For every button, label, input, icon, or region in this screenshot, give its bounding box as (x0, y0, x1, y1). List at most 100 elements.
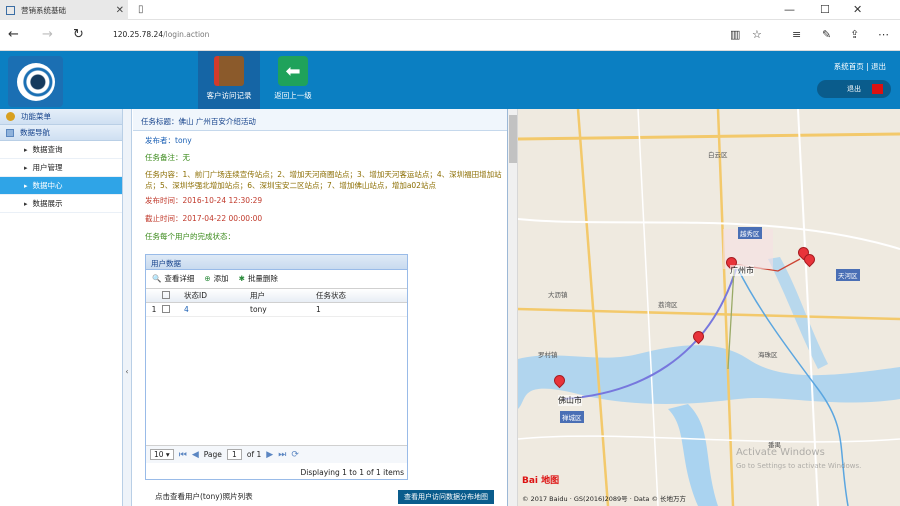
browser-tab[interactable]: 营销系统基础 ✕ (0, 0, 128, 20)
baidu-logo: Bai 地图 (522, 476, 560, 486)
app-logo (8, 56, 63, 107)
sidebar-section-title: 数据导航 (20, 128, 50, 137)
grid-title: 用户数据 (146, 255, 407, 270)
map-label-tianhe: 天河区 (836, 269, 860, 281)
photo-list-link[interactable]: 点击查看用户(tony)照片列表 (155, 491, 253, 502)
map-label-baiyun: 白云区 (708, 151, 728, 159)
book-icon (214, 56, 244, 86)
header-links[interactable]: 系统首页 | 退出 (834, 61, 886, 72)
page-size-select[interactable]: 10 ▾ (150, 449, 174, 460)
sidebar-menu-header[interactable]: 功能菜单 (0, 109, 122, 125)
tabs-icon[interactable]: ▯ (138, 4, 144, 15)
row-checkbox[interactable] (162, 304, 184, 315)
url-host: 120.25.78.24 (113, 30, 164, 39)
task-content: 任务内容：1、前门广场连续宣传站点；2、增加天河商圈站点；3、增加天河客运站点；… (145, 170, 502, 190)
pager-display: Displaying 1 to 1 of 1 items (300, 468, 404, 477)
prev-page-icon[interactable]: ◀ (192, 450, 199, 460)
logout-label: 退出 (847, 85, 861, 93)
menu-icon (6, 112, 15, 121)
page-of-label: of 1 (246, 450, 262, 459)
plus-icon: ⊕ (204, 274, 211, 283)
user-grid: 用户数据 🔍 查看详细 ⊕ 添加 ✱ 批量删除 状态ID 用户 任务状态 1 4 to… (145, 254, 408, 480)
table-row[interactable]: 1 4 tony 1 (146, 303, 407, 317)
checkbox-icon (162, 290, 170, 299)
cell-status-id: 4 (184, 305, 189, 314)
map-label-chancheng: 禅城区 (560, 411, 584, 423)
close-tab-icon[interactable]: ✕ (116, 5, 124, 16)
map-label-liwan: 荔湾区 (658, 301, 678, 309)
map-copyright: © 2017 Baidu · GS(2016)2089号 · Data © 长地… (522, 495, 687, 503)
baidu-map[interactable]: 广州市 天河区 佛山市 禅城区 越秀区 白云区 荔湾区 海珠区 番禺 大沥镇 罗… (518, 109, 900, 506)
sidebar-item-query[interactable]: 数据查询 (0, 141, 122, 159)
magnifier-icon: 🔍 (152, 274, 162, 283)
map-label-foshan: 佛山市 (558, 395, 582, 406)
map-label-luocun: 罗村镇 (538, 351, 558, 359)
cell-task-status: 1 (316, 305, 321, 314)
notes-icon[interactable]: ✎ (822, 28, 831, 41)
url-path: /login.action (163, 30, 210, 39)
url-field[interactable]: 120.25.78.24/login.action (113, 30, 209, 39)
forward-arrow-icon[interactable]: → (42, 27, 53, 42)
more-icon[interactable]: ⋯ (878, 28, 889, 41)
checkbox-icon (162, 304, 170, 313)
cell-user: tony (250, 305, 267, 314)
sidebar-section-header[interactable]: 数据导航 (0, 125, 122, 141)
refresh-grid-icon[interactable]: ⟳ (291, 450, 299, 460)
next-page-icon[interactable]: ▶ (266, 450, 273, 460)
logout-button[interactable]: 退出 (817, 80, 891, 98)
grid-pager: 10 ▾ ⏮ ◀ Page 1 of 1 ▶ ⏭ ⟳ (146, 445, 407, 463)
sidebar-menu-title: 功能菜单 (21, 112, 51, 121)
panel-scrollbar[interactable] (508, 109, 518, 506)
browser-titlebar: 营销系统基础 ✕ ▯ — ☐ ✕ (0, 0, 900, 20)
app-header (0, 51, 900, 109)
sidebar-item-users[interactable]: 用户管理 (0, 159, 122, 177)
back-level-label: 返回上一级 (274, 91, 312, 100)
sidebar-collapse-handle[interactable]: ‹ (123, 109, 132, 506)
hub-icon[interactable]: ≡ (792, 28, 801, 41)
activation-watermark: Activate Windows (736, 447, 825, 458)
column-user[interactable]: 用户 (250, 290, 316, 301)
task-end-time: 截止时间：2017-04-22 00:00:00 (145, 214, 263, 223)
map-label-haizhu: 海珠区 (758, 351, 778, 359)
page-size-value: 10 (154, 450, 164, 459)
map-label-dali: 大沥镇 (548, 291, 568, 299)
favorite-star-icon[interactable]: ☆ (752, 28, 762, 41)
first-page-icon[interactable]: ⏮ (179, 450, 187, 460)
view-detail-label: 查看详细 (164, 274, 195, 283)
customer-visit-button[interactable]: 客户访问记录 (198, 51, 260, 109)
view-detail-button[interactable]: 🔍 查看详细 (152, 273, 194, 288)
page-input[interactable]: 1 (226, 449, 242, 460)
back-arrow-icon[interactable]: ← (8, 27, 19, 42)
power-icon (872, 84, 883, 94)
share-icon[interactable]: ⇪ (850, 28, 859, 41)
task-publisher: 发布者：tony (145, 136, 192, 145)
column-status-id[interactable]: 状态ID (184, 290, 250, 301)
sidebar: 功能菜单 数据导航 数据查询 用户管理 数据中心 数据展示 (0, 109, 123, 506)
scrollbar-thumb[interactable] (509, 115, 517, 163)
task-remark: 任务备注：无 (145, 153, 190, 162)
asterisk-icon: ✱ (238, 274, 245, 283)
batch-delete-button[interactable]: ✱ 批量删除 (239, 273, 278, 288)
map-label-yuexiu: 越秀区 (738, 227, 762, 239)
minimize-icon[interactable]: — (784, 3, 795, 16)
last-page-icon[interactable]: ⏭ (278, 450, 286, 460)
batch-delete-label: 批量删除 (247, 274, 278, 283)
reading-view-icon[interactable]: ▥ (730, 28, 740, 41)
close-window-icon[interactable]: ✕ (853, 3, 862, 16)
tab-title: 营销系统基础 (21, 5, 66, 15)
grid-toolbar: 🔍 查看详细 ⊕ 添加 ✱ 批量删除 (146, 270, 407, 288)
column-task-status[interactable]: 任务状态 (316, 290, 376, 301)
task-panel: 任务标题：佛山 广州百安介绍活动 发布者：tony 任务备注：无 任务内容：1、… (133, 109, 508, 506)
sidebar-item-datacenter[interactable]: 数据中心 (0, 177, 122, 195)
sidebar-item-display[interactable]: 数据展示 (0, 195, 122, 213)
map-tooltip: 查看用户访问数据分布地图 (398, 490, 494, 504)
select-all-checkbox[interactable] (162, 290, 184, 301)
back-arrow-green-icon: ⬅ (278, 56, 308, 86)
add-button[interactable]: ⊕ 添加 (204, 273, 228, 288)
row-index: 1 (151, 305, 157, 314)
page-icon (6, 5, 15, 15)
back-level-button[interactable]: ⬅ 返回上一级 (262, 51, 324, 109)
refresh-icon[interactable]: ↻ (73, 27, 84, 42)
add-label: 添加 (213, 274, 229, 283)
maximize-icon[interactable]: ☐ (820, 3, 830, 16)
